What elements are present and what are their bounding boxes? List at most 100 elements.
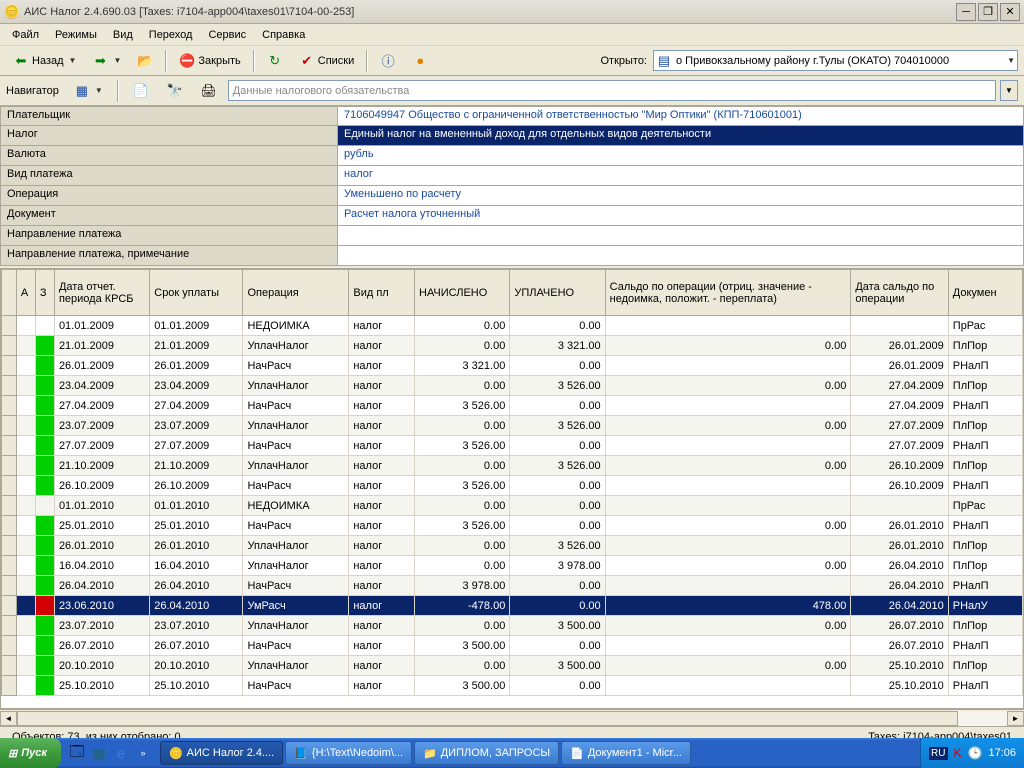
table-row[interactable]: 27.07.2009 27.07.2009 НачРасч налог 3 52… [2, 436, 1023, 456]
data-grid[interactable]: А З Дата отчет. периода КРСБ Срок уплаты… [0, 268, 1024, 709]
cell-z [35, 356, 54, 376]
ql-show-desktop-icon[interactable]: 🗔 [67, 742, 87, 764]
ql-more-icon[interactable]: » [133, 742, 153, 764]
table-row[interactable]: 21.10.2009 21.10.2009 УплачНалог налог 0… [2, 456, 1023, 476]
form-value[interactable]: Уменьшено по расчету [338, 186, 1024, 206]
menu-item[interactable]: Сервис [200, 27, 254, 43]
close-window-button[interactable]: ✕ [1000, 3, 1020, 21]
cell-accrued: 3 500.00 [415, 636, 510, 656]
scroll-right-button[interactable]: ► [1007, 711, 1024, 726]
taskbar-task[interactable]: 📄Документ1 - Micr... [561, 741, 691, 765]
table-row[interactable]: 25.01.2010 25.01.2010 НачРасч налог 3 52… [2, 516, 1023, 536]
menu-item[interactable]: Переход [141, 27, 201, 43]
open-select[interactable]: ▤ ▼ [653, 50, 1018, 71]
nav-grid-button[interactable]: ▦▼ [67, 80, 110, 102]
horizontal-scrollbar[interactable]: ◄ ► [0, 709, 1024, 726]
cell-due-date: 20.10.2010 [150, 656, 243, 676]
scroll-left-button[interactable]: ◄ [0, 711, 17, 726]
form-label: Направление платежа [0, 226, 338, 246]
col-a[interactable]: А [16, 270, 35, 316]
table-row[interactable]: 25.10.2010 25.10.2010 НачРасч налог 3 50… [2, 676, 1023, 696]
cell-balance-date: 25.10.2010 [851, 676, 948, 696]
table-row[interactable]: 16.04.2010 16.04.2010 УплачНалог налог 0… [2, 556, 1023, 576]
scroll-thumb[interactable] [17, 711, 958, 726]
navigator-search[interactable]: Данные налогового обязательства [228, 80, 996, 101]
cell-doc: ПлПор [948, 336, 1022, 356]
folder-up-button[interactable]: 📂 [130, 50, 160, 72]
info-button[interactable]: ⓘ [373, 50, 403, 72]
form-area: Плательщик7106049947 Общество с ограниче… [0, 106, 1024, 266]
navigator-dropdown[interactable]: ▼ [1000, 80, 1018, 101]
col-paid[interactable]: УПЛАЧЕНО [510, 270, 605, 316]
taskbar-task[interactable]: 🪙АИС Налог 2.4.... [160, 741, 283, 765]
taskbar-task[interactable]: 📘{H:\Text\Nedoim\... [285, 741, 412, 765]
back-button[interactable]: ⬅ Назад ▼ [6, 50, 83, 72]
table-row[interactable]: 26.01.2009 26.01.2009 НачРасч налог 3 32… [2, 356, 1023, 376]
cell-balance: 0.00 [605, 456, 851, 476]
nav-print-button[interactable]: 🖨 [194, 80, 224, 102]
row-header [2, 336, 17, 356]
table-row[interactable]: 21.01.2009 21.01.2009 УплачНалог налог 0… [2, 336, 1023, 356]
col-operation[interactable]: Операция [243, 270, 349, 316]
table-row[interactable]: 23.04.2009 23.04.2009 УплачНалог налог 0… [2, 376, 1023, 396]
cell-a [16, 516, 35, 536]
row-header [2, 416, 17, 436]
clock[interactable]: 17:06 [988, 747, 1016, 759]
form-value[interactable]: 7106049947 Общество с ограниченной ответ… [338, 106, 1024, 126]
table-row[interactable]: 27.04.2009 27.04.2009 НачРасч налог 3 52… [2, 396, 1023, 416]
form-value[interactable]: Расчет налога уточненный [338, 206, 1024, 226]
col-due-date[interactable]: Срок уплаты [150, 270, 243, 316]
col-doc[interactable]: Докумен [948, 270, 1022, 316]
cell-balance: 478.00 [605, 596, 851, 616]
minimize-button[interactable]: ─ [956, 3, 976, 21]
form-value[interactable]: Единый налог на вмененный доход для отде… [338, 126, 1024, 146]
table-row[interactable]: 26.04.2010 26.04.2010 НачРасч налог 3 97… [2, 576, 1023, 596]
menu-item[interactable]: Справка [254, 27, 313, 43]
open-input[interactable] [676, 55, 1001, 67]
table-row[interactable]: 01.01.2009 01.01.2009 НЕДОИМКА налог 0.0… [2, 316, 1023, 336]
form-value[interactable]: рубль [338, 146, 1024, 166]
table-row[interactable]: 20.10.2010 20.10.2010 УплачНалог налог 0… [2, 656, 1023, 676]
table-row[interactable]: 01.01.2010 01.01.2010 НЕДОИМКА налог 0.0… [2, 496, 1023, 516]
lists-button[interactable]: ✔ Списки [292, 50, 362, 72]
form-value[interactable] [338, 246, 1024, 266]
cell-paid: 0.00 [510, 436, 605, 456]
forward-button[interactable]: ➡ ▼ [85, 50, 128, 72]
nav-doc-button[interactable]: 📄 [126, 80, 156, 102]
app-icon: 🪙 [4, 4, 20, 20]
warning-button[interactable]: ● [405, 50, 435, 72]
refresh-button[interactable]: ↻ [260, 50, 290, 72]
taskbar-task[interactable]: 📁ДИПЛОМ, ЗАПРОСЫ [414, 741, 559, 765]
table-row[interactable]: 26.01.2010 26.01.2010 УплачНалог налог 0… [2, 536, 1023, 556]
nav-find-button[interactable]: 🔭 [160, 80, 190, 102]
col-balance-date[interactable]: Дата сальдо по операции [851, 270, 948, 316]
menu-item[interactable]: Файл [4, 27, 47, 43]
tray-av-icon[interactable]: K [954, 746, 962, 760]
chevron-down-icon[interactable]: ▼ [1007, 56, 1015, 65]
table-row[interactable]: 23.06.2010 26.04.2010 УмРасч налог -478.… [2, 596, 1023, 616]
scroll-track[interactable] [17, 711, 1007, 726]
close-button[interactable]: ⛔ Закрыть [172, 50, 247, 72]
restore-button[interactable]: ❐ [978, 3, 998, 21]
flag-green-icon [36, 396, 54, 415]
form-value[interactable]: налог [338, 166, 1024, 186]
col-balance[interactable]: Сальдо по операции (отриц. значение - не… [605, 270, 851, 316]
col-z[interactable]: З [35, 270, 54, 316]
table-row[interactable]: 26.10.2009 26.10.2009 НачРасч налог 3 52… [2, 476, 1023, 496]
table-row[interactable]: 23.07.2009 23.07.2009 УплачНалог налог 0… [2, 416, 1023, 436]
tray-lang-icon[interactable]: RU [929, 747, 947, 760]
tray-volume-icon[interactable]: 🕒 [968, 746, 983, 760]
form-value[interactable] [338, 226, 1024, 246]
col-date-period[interactable]: Дата отчет. периода КРСБ [54, 270, 149, 316]
start-button[interactable]: ⊞ Пуск [0, 738, 61, 768]
col-accrued[interactable]: НАЧИСЛЕНО [415, 270, 510, 316]
menu-item[interactable]: Режимы [47, 27, 105, 43]
table-row[interactable]: 26.07.2010 26.07.2010 НачРасч налог 3 50… [2, 636, 1023, 656]
table-row[interactable]: 23.07.2010 23.07.2010 УплачНалог налог 0… [2, 616, 1023, 636]
col-pay-type[interactable]: Вид пл [349, 270, 415, 316]
cell-accrued: 0.00 [415, 536, 510, 556]
menu-item[interactable]: Вид [105, 27, 141, 43]
cell-a [16, 496, 35, 516]
ql-excel-icon[interactable]: ▦ [89, 742, 109, 764]
ql-ie-icon[interactable]: e [111, 742, 131, 764]
